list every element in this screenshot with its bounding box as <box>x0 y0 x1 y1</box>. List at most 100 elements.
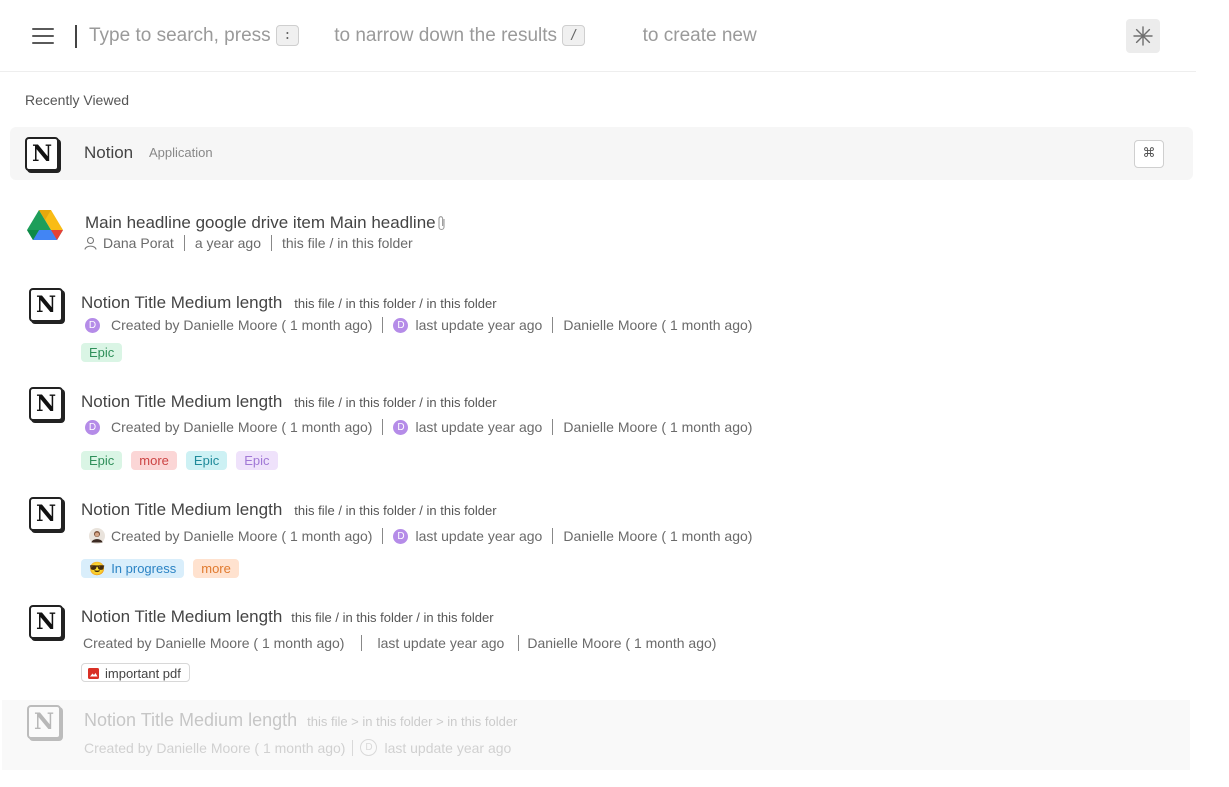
tag-more[interactable]: more <box>131 451 177 470</box>
result-title: Notion Title Medium length <box>81 293 283 312</box>
ai-spark-button[interactable] <box>1126 19 1160 53</box>
result-title-line: Notion Title Medium length this file / in… <box>81 607 494 627</box>
result-path: this file / in this folder / in this fol… <box>294 395 497 410</box>
faded-content: N Notion Title Medium length this file > … <box>2 700 1190 770</box>
tag-list: 😎 In progress more <box>81 559 239 578</box>
tag-label: In progress <box>111 561 177 576</box>
result-title-line: Notion Title Medium length this file / in… <box>81 392 497 412</box>
divider <box>382 317 384 333</box>
result-meta: Dana Porat a year ago this file / in thi… <box>84 235 413 251</box>
recently-viewed-heading: Recently Viewed <box>25 92 130 108</box>
last-update: last update year ago <box>415 317 543 333</box>
result-title: Notion Title Medium length <box>81 607 283 626</box>
result-path: this file / in this folder / in this fol… <box>291 610 494 625</box>
modified-time: a year ago <box>194 235 261 251</box>
result-title: Notion Title Medium length <box>84 710 298 730</box>
search-placeholder: Type to search, press <box>89 25 271 46</box>
attachment-name: important pdf <box>105 666 181 681</box>
tag-list: Epic <box>81 343 123 362</box>
result-title: Notion Title Medium length <box>81 392 283 411</box>
result-path: this file / in this folder / in this fol… <box>294 296 497 311</box>
result-meta: Created by Danielle Moore ( 1 month ago)… <box>84 739 511 756</box>
divider <box>552 317 554 333</box>
notion-logo-icon: N <box>27 705 61 739</box>
divider <box>361 635 363 651</box>
result-notion-app[interactable]: N Notion Application ⌘ <box>10 127 1193 180</box>
result-meta: Created by Danielle Moore ( 1 month ago)… <box>83 635 716 651</box>
result-path: this file > in this folder > in this fol… <box>307 714 518 729</box>
divider <box>382 419 384 435</box>
notion-logo-icon: N <box>29 497 63 531</box>
notion-logo-icon: N <box>25 137 59 171</box>
last-update: last update year ago <box>384 739 512 756</box>
divider <box>352 739 354 756</box>
result-title: Main headline google drive item Main hea… <box>85 213 436 232</box>
updated-by: Danielle Moore ( 1 month ago) <box>563 419 753 435</box>
create-hint: to create new <box>642 25 757 46</box>
result-notion-page-faded[interactable]: N Notion Title Medium length this file > … <box>2 700 1190 770</box>
notion-logo-icon: N <box>29 288 63 322</box>
result-notion-page[interactable]: N Notion Title Medium length this file / … <box>10 489 1193 581</box>
pdf-icon <box>88 668 99 679</box>
notion-logo-icon: N <box>29 387 63 421</box>
google-drive-icon <box>27 210 63 240</box>
avatar: D <box>85 419 100 435</box>
result-path: this file / in this folder / in this fol… <box>294 503 497 518</box>
result-meta: D Created by Danielle Moore ( 1 month ag… <box>85 317 752 333</box>
avatar: D <box>393 419 409 435</box>
last-update: last update year ago <box>415 528 543 544</box>
result-meta: Created by Danielle Moore ( 1 month ago)… <box>89 528 752 544</box>
updated-by: Danielle Moore ( 1 month ago) <box>527 635 717 651</box>
divider <box>552 528 554 544</box>
divider <box>552 419 554 435</box>
divider <box>271 235 272 251</box>
created-by: Created by Danielle Moore ( 1 month ago) <box>83 635 345 651</box>
hamburger-menu-icon[interactable] <box>32 28 54 45</box>
tag-list: important pdf <box>81 663 190 682</box>
divider <box>382 528 384 544</box>
file-path: this file / in this folder <box>282 235 413 251</box>
tag-epic[interactable]: Epic <box>236 451 278 470</box>
result-notion-page[interactable]: N Notion Title Medium length this file / … <box>10 598 1193 690</box>
avatar: D <box>85 317 100 333</box>
asterisk-sparkle-icon <box>1133 26 1153 46</box>
created-by: Created by Danielle Moore ( 1 month ago) <box>111 528 373 544</box>
owner-name: Dana Porat <box>103 235 174 251</box>
tag-more[interactable]: more <box>193 559 239 578</box>
result-drive-item[interactable]: Main headline google drive item Main hea… <box>10 200 1193 260</box>
key-colon: : <box>275 25 299 46</box>
tag-list: Epic more Epic Epic <box>81 451 278 470</box>
emoji-sunglasses-icon: 😎 <box>89 561 106 576</box>
created-by: Created by Danielle Moore ( 1 month ago) <box>84 739 346 756</box>
result-title-line: Notion Title Medium length this file / in… <box>81 500 497 520</box>
paperclip-icon <box>438 216 445 231</box>
created-by: Created by Danielle Moore ( 1 month ago) <box>111 419 373 435</box>
tag-epic[interactable]: Epic <box>185 451 228 470</box>
last-update: last update year ago <box>377 635 505 651</box>
person-icon <box>84 236 97 250</box>
result-meta: D Created by Danielle Moore ( 1 month ag… <box>85 419 752 435</box>
avatar: D <box>393 528 409 544</box>
updated-by: Danielle Moore ( 1 month ago) <box>563 528 753 544</box>
shortcut-key-badge[interactable]: ⌘ <box>1134 140 1164 168</box>
result-notion-page[interactable]: N Notion Title Medium length this file / … <box>10 381 1193 473</box>
text-caret <box>75 25 77 48</box>
created-by: Created by Danielle Moore ( 1 month ago) <box>111 317 373 333</box>
result-type: Application <box>149 145 213 160</box>
avatar: D <box>393 317 409 333</box>
search-header: Type to search, press : to narrow down t… <box>0 0 1196 72</box>
result-title: Notion Title Medium length <box>81 500 283 519</box>
last-update: last update year ago <box>415 419 543 435</box>
key-slash: / <box>562 25 586 46</box>
tag-epic[interactable]: Epic <box>81 451 123 470</box>
tag-epic[interactable]: Epic <box>81 343 123 362</box>
avatar: D <box>360 739 378 756</box>
result-title-line: Notion Title Medium length this file > in… <box>84 710 517 731</box>
attachment-chip[interactable]: important pdf <box>81 663 190 682</box>
search-input[interactable]: Type to search, press : to narrow down t… <box>89 24 769 48</box>
divider <box>183 235 185 251</box>
narrow-hint: to narrow down the results <box>334 25 558 46</box>
tag-in-progress[interactable]: 😎 In progress <box>81 559 185 578</box>
result-notion-page[interactable]: N Notion Title Medium length this file / … <box>10 282 1193 368</box>
result-title-line: Notion Title Medium length this file / in… <box>81 293 497 313</box>
